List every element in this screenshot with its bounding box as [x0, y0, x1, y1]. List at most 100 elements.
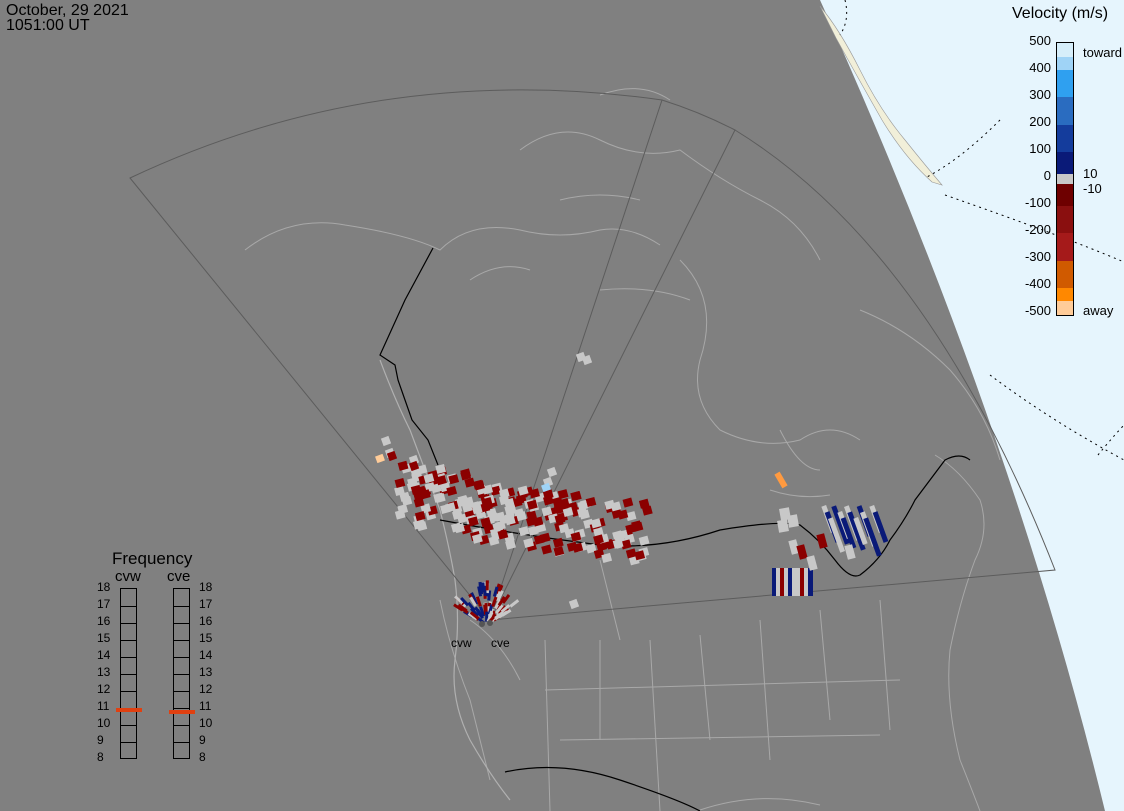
frequency-scale-label: 18 [97, 580, 111, 594]
frequency-scale-label: 11 [199, 699, 212, 713]
frequency-scale-label: 18 [199, 580, 213, 594]
frequency-scale-label: 10 [97, 716, 111, 730]
frequency-scale-label: 16 [199, 614, 213, 628]
colorbar-title: Velocity (m/s) [1012, 5, 1109, 22]
frequency-gridline [121, 725, 136, 726]
radar-site-cve [487, 620, 493, 626]
velocity-cell [485, 580, 489, 591]
colorbar-tick-label: -100 [1024, 195, 1051, 210]
colorbar-tick-label: 0 [1043, 168, 1051, 183]
colorbar-segment [1057, 233, 1073, 262]
colorbar-segment [1057, 70, 1073, 98]
land-outlines [244, 88, 1001, 811]
frequency-gridline [121, 657, 136, 658]
frequency-title: Frequency [112, 549, 193, 568]
frequency-scale-label: 14 [199, 648, 213, 662]
colorbar-segment [1057, 206, 1073, 234]
velocity-cell [638, 535, 650, 546]
frequency-gridline [174, 691, 189, 692]
frequency-gridline [174, 725, 189, 726]
frequency-scale-label: 14 [97, 648, 111, 662]
frequency-marker-cve [169, 710, 195, 715]
colorbar-segment [1057, 56, 1073, 71]
velocity-cell [796, 544, 808, 560]
frequency-scale-label: 8 [97, 750, 104, 764]
velocity-cell [787, 514, 799, 528]
frequency-scale-label: 8 [199, 750, 206, 764]
frequency-gridline [121, 674, 136, 675]
frequency-gridline [174, 606, 189, 607]
colorbar-inner-top: 10 [1083, 166, 1098, 181]
freq-radar-cve: cve [167, 568, 191, 585]
velocity-cell [380, 435, 392, 447]
colorbar-toward-label: toward [1083, 45, 1123, 60]
velocity-cell [541, 544, 552, 555]
time-label: 1051:00 UT [6, 17, 90, 34]
colorbar-segment [1057, 173, 1073, 185]
velocity-cell [568, 598, 580, 610]
polar-cap-region [820, 0, 1124, 811]
frequency-gridline [174, 674, 189, 675]
frequency-marker-cvw [116, 708, 142, 713]
colorbar-segment [1057, 287, 1073, 302]
frequency-scale-label: 17 [97, 597, 111, 611]
colorbar-segment [1057, 43, 1073, 58]
velocity-colorbar [1056, 42, 1074, 316]
frequency-gridline [174, 623, 189, 624]
colorbar-segment [1057, 301, 1073, 316]
colorbar-tick-label: -400 [1024, 276, 1051, 291]
colorbar-tick-label: -300 [1024, 249, 1051, 264]
frequency-scale-label: 9 [199, 733, 206, 747]
radar-site-cvw [479, 621, 485, 627]
colorbar-tick-label: 200 [1029, 114, 1051, 129]
frequency-scale-cve [173, 588, 190, 759]
colorbar-inner-bottom: -10 [1083, 181, 1102, 196]
velocity-cell [774, 471, 788, 489]
colorbar-tick-label: 100 [1029, 141, 1051, 156]
frequency-scale-label: 13 [199, 665, 213, 679]
velocity-cell [622, 497, 634, 508]
velocity-cell [816, 533, 828, 549]
colorbar-segment [1057, 260, 1073, 289]
frequency-scale-label: 16 [97, 614, 111, 628]
colorbar-tick-label: 500 [1029, 33, 1051, 48]
velocity-cell [808, 568, 813, 596]
colorbar-segment [1057, 124, 1073, 153]
velocity-cell [375, 453, 385, 464]
frequency-scale-label: 11 [97, 699, 110, 713]
frequency-scale-label: 15 [97, 631, 111, 645]
frequency-gridline [174, 742, 189, 743]
freq-radar-cvw: cvw [115, 568, 141, 585]
colorbar-tick-label: 400 [1029, 60, 1051, 75]
frequency-scale-label: 13 [97, 665, 111, 679]
velocity-cell [394, 477, 406, 489]
frequency-scale-label: 12 [97, 682, 111, 696]
frequency-gridline [121, 623, 136, 624]
frequency-gridline [174, 657, 189, 658]
colorbar-away-label: away [1083, 303, 1114, 318]
frequency-gridline [121, 691, 136, 692]
frequency-gridline [121, 742, 136, 743]
colorbar-tick-label: -500 [1024, 303, 1051, 318]
colorbar-tick-label: -200 [1024, 222, 1051, 237]
frequency-gridline [174, 640, 189, 641]
colorbar-segment [1057, 184, 1073, 207]
frequency-gridline [121, 640, 136, 641]
velocity-cells [375, 351, 889, 625]
frequency-gridline [121, 606, 136, 607]
velocity-cell [546, 466, 558, 478]
colorbar-segment [1057, 151, 1073, 175]
frequency-scale-label: 12 [199, 682, 213, 696]
frequency-gridline [174, 708, 189, 709]
velocity-cell [777, 519, 789, 533]
frequency-scale-label: 10 [199, 716, 213, 730]
colorbar-tick-label: 300 [1029, 87, 1051, 102]
site-label-cvw: cvw [451, 636, 472, 650]
colorbar-segment [1057, 97, 1073, 126]
frequency-scale-label: 15 [199, 631, 213, 645]
frequency-scale-label: 9 [97, 733, 104, 747]
map-canvas [129, 0, 1124, 811]
site-label-cve: cve [491, 636, 510, 650]
pacific-coastline [379, 359, 511, 801]
frequency-scale-cvw [120, 588, 137, 759]
